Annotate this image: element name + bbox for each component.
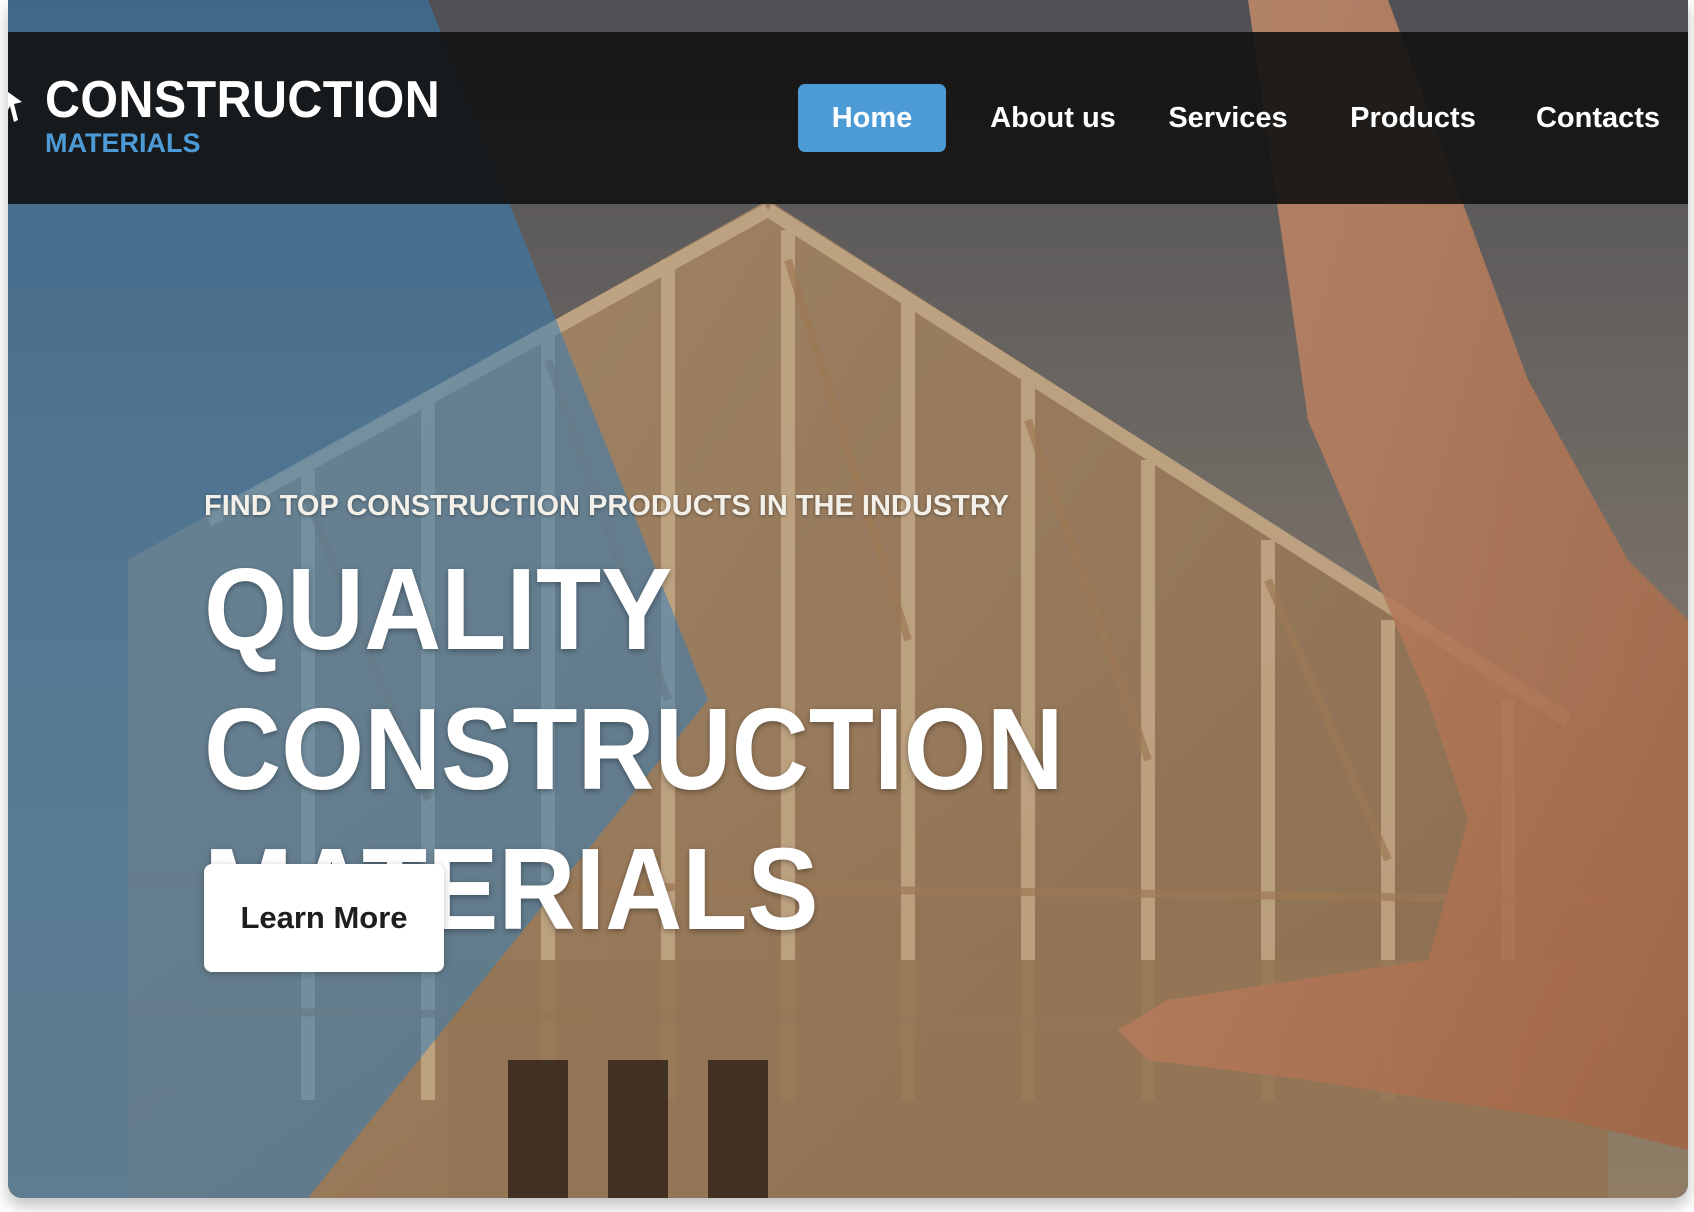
nav-about-us[interactable]: About us: [978, 84, 1128, 152]
hero-tagline: FIND TOP CONSTRUCTION PRODUCTS IN THE IN…: [204, 490, 1010, 522]
nav-contacts[interactable]: Contacts: [1523, 84, 1673, 152]
nav-services[interactable]: Services: [1158, 84, 1298, 152]
mouse-cursor-icon: [8, 92, 22, 122]
logo-subtitle: MATERIALS: [45, 128, 201, 158]
browser-frame: CONSTRUCTION MATERIALS Home About us Ser…: [8, 0, 1688, 1198]
learn-more-button[interactable]: Learn More: [204, 864, 444, 972]
nav-products[interactable]: Products: [1338, 84, 1488, 152]
nav-home[interactable]: Home: [798, 84, 946, 152]
logo-title: CONSTRUCTION: [45, 71, 441, 129]
main-navigation: Home About us Services Products Contacts: [788, 84, 1688, 152]
brand-logo[interactable]: CONSTRUCTION MATERIALS: [45, 74, 470, 157]
